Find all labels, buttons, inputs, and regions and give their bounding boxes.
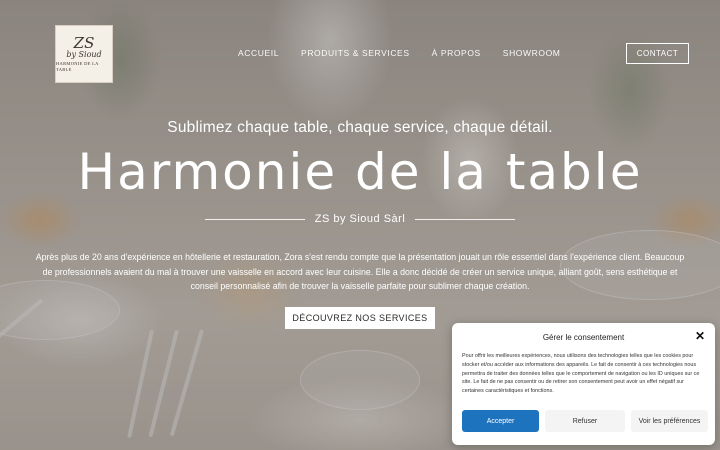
consent-title: Gérer le consentement	[542, 333, 625, 342]
preferences-button[interactable]: Voir les préférences	[631, 410, 708, 432]
hero-tagline: Sublimez chaque table, chaque service, c…	[167, 119, 553, 136]
divider-right	[415, 218, 516, 220]
divider-left	[205, 218, 305, 220]
refuse-button[interactable]: Refuser	[545, 410, 625, 432]
hero-title: Harmonie de la table	[77, 143, 643, 201]
consent-body-text: Pour offrir les meilleures expériences, …	[462, 353, 700, 395]
nav-item-produits-services[interactable]: PRODUITS & SERVICES	[301, 48, 410, 58]
discover-services-button[interactable]: DÉCOUVREZ NOS SERVICES	[285, 307, 435, 329]
logo-tagline: HARMONIE DE LA TABLE	[56, 60, 99, 72]
hero-subtitle: ZS by Sioud Sàrl	[314, 213, 406, 225]
accept-button[interactable]: Accepter	[462, 410, 539, 432]
nav-item-showroom[interactable]: SHOWROOM	[503, 48, 561, 58]
nav-item-a-propos[interactable]: À PROPOS	[432, 48, 481, 58]
consent-dialog: Gérer le consentement ✕ Pour offrir les …	[452, 323, 715, 445]
main-nav: ACCUEIL PRODUITS & SERVICES À PROPOS SHO…	[238, 48, 582, 58]
brand-logo[interactable]: ZS by Sioud HARMONIE DE LA TABLE	[55, 25, 113, 83]
logo-monogram: ZS	[73, 33, 95, 52]
hero-paragraph: Après plus de 20 ans d'expérience en hôt…	[35, 252, 685, 291]
close-icon[interactable]: ✕	[695, 330, 705, 342]
contact-button[interactable]: CONTACT	[626, 43, 689, 64]
logo-signature: by Sioud	[66, 49, 102, 59]
hero-subtitle-row: ZS by Sioud Sàrl	[205, 211, 516, 227]
nav-item-accueil[interactable]: ACCUEIL	[238, 48, 279, 58]
